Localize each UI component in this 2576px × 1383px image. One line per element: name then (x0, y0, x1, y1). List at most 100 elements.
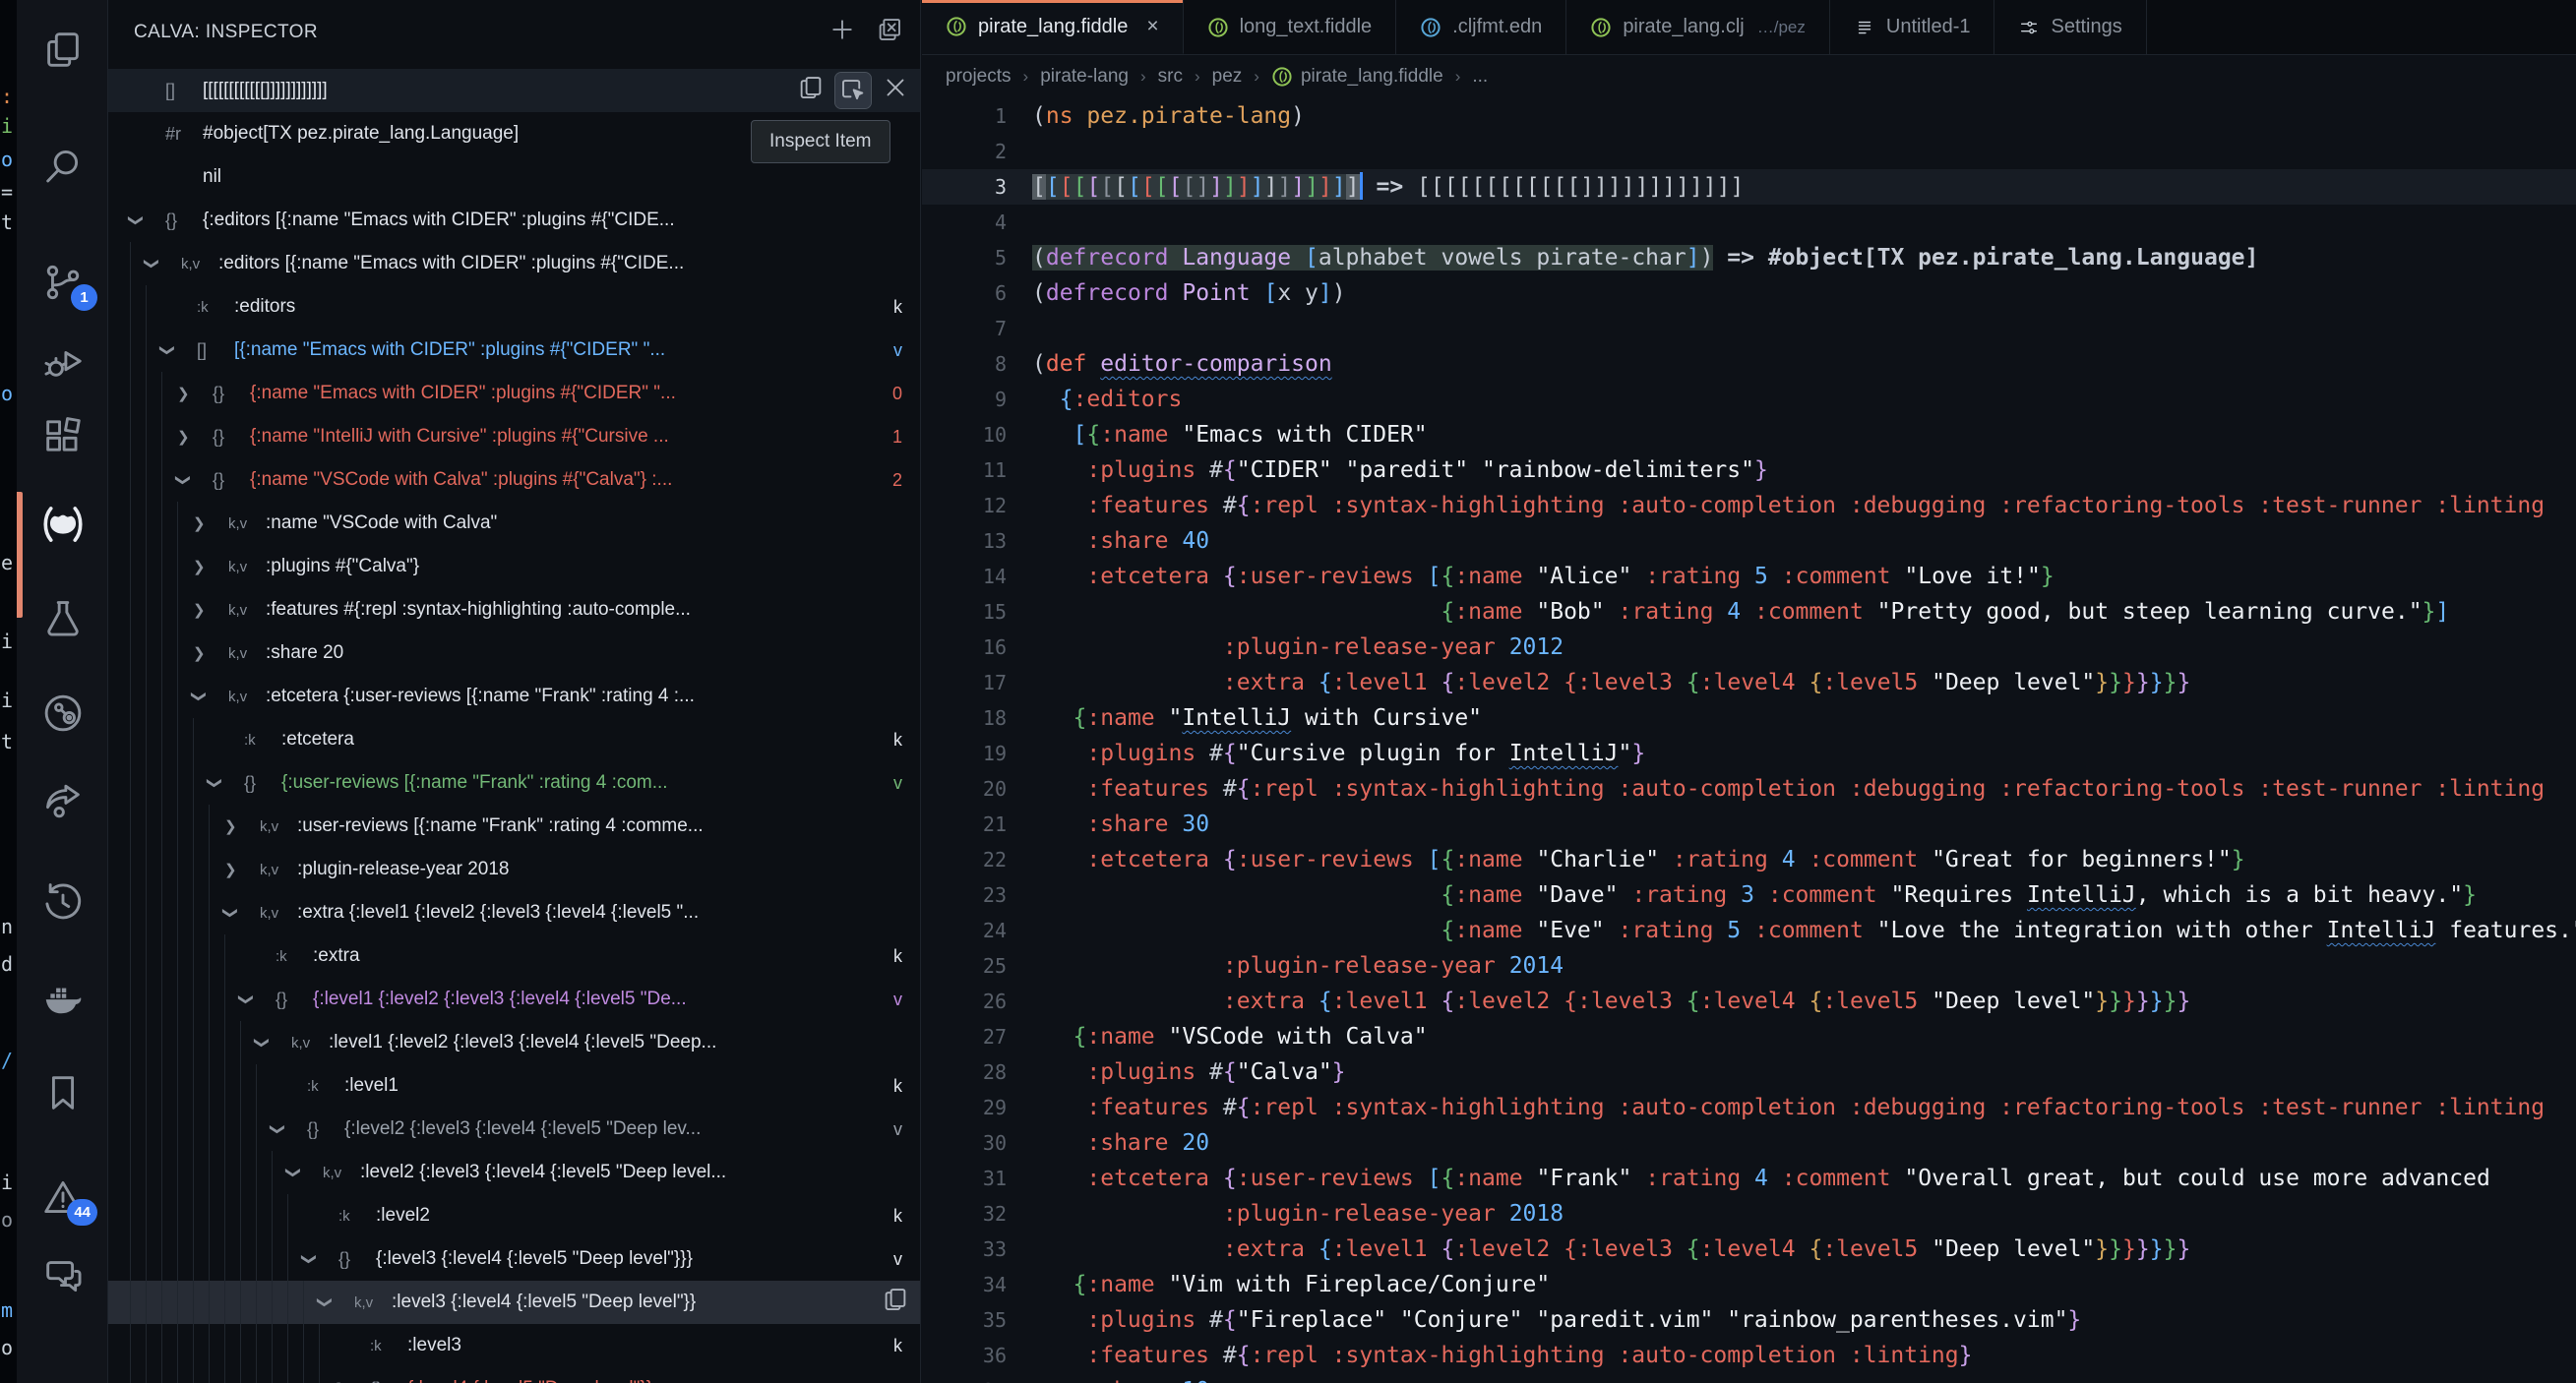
indent-guide (209, 1021, 224, 1064)
inspector-row[interactable]: ❯{} {:name "VSCode with Calva" :plugins #… (108, 458, 920, 502)
inspector-row[interactable]: [] [[[[[[[[[[[[]]]]]]]]]]]] (108, 69, 920, 112)
row-value-text: :level3 (407, 1335, 461, 1355)
inspector-row[interactable]: ❯ k,v:level2 {:level3 {:level4 {:level5 "… (108, 1151, 920, 1194)
tab-long-text-fiddle[interactable]: long_text.fiddle (1183, 0, 1397, 54)
inspector-row[interactable]: ❯ k,v:level1 {:level2 {:level3 {:level4 {… (108, 1021, 920, 1064)
inspector-row[interactable]: ❯{} {:name "Emacs with CIDER" :plugins #{… (108, 372, 920, 415)
inspector-row[interactable]: :k:level2 k (108, 1194, 920, 1237)
breadcrumb-item[interactable]: projects (946, 66, 1012, 88)
activity-item-source-control[interactable]: 1 (40, 260, 97, 311)
indent-guide (193, 891, 209, 934)
inspector-row[interactable]: ❯[] [{:name "Emacs with CIDER" :plugins #… (108, 329, 920, 372)
chevron-right-icon[interactable]: ❯ (177, 385, 213, 402)
background-text-fragment: n (1, 915, 14, 938)
chevron-down-icon[interactable]: ❯ (284, 1164, 323, 1181)
inspector-row[interactable]: ❯ k,v:user-reviews [{:name "Frank" :ratin… (108, 805, 920, 848)
activity-item-problems[interactable]: 44 (40, 1174, 97, 1226)
chevron-down-icon[interactable]: ❯ (127, 211, 165, 229)
inspect-item-icon[interactable] (834, 72, 872, 109)
inspector-row[interactable]: ❯ k,v:features #{:repl :syntax-highlighti… (108, 588, 920, 631)
close-tab-icon[interactable]: × (1146, 15, 1158, 38)
breadcrumb-item[interactable]: pirate_lang.fiddle (1271, 66, 1443, 88)
indent-guide (224, 1151, 240, 1194)
type-badge: :k (197, 298, 209, 316)
activity-item-timeline[interactable] (40, 879, 86, 925)
breadcrumb-item[interactable]: src (1158, 66, 1183, 88)
inspector-row[interactable]: ❯{} {:name "IntelliJ with Cursive" :plugi… (108, 415, 920, 458)
indent-guide (224, 1367, 240, 1383)
tab-settings[interactable]: Settings (1994, 0, 2147, 54)
tab-pirate-lang-fiddle[interactable]: pirate_lang.fiddle × (922, 0, 1184, 54)
inspector-row[interactable]: ❯{} {:level1 {:level2 {:level3 {:level4 {… (108, 978, 920, 1021)
activity-item-docker[interactable] (40, 974, 86, 1019)
activity-item-testing[interactable] (40, 596, 86, 641)
activity-item-circleci[interactable] (40, 691, 86, 736)
inspector-row[interactable]: :k:editors k (108, 285, 920, 329)
chevron-down-icon[interactable]: ❯ (174, 471, 213, 489)
chevron-right-icon[interactable]: ❯ (177, 428, 213, 446)
tab-path-suffix: …/pez (1756, 17, 1806, 36)
inspector-row[interactable]: ❯{}{:level4 {:level5 "Deep level"}} (108, 1367, 920, 1383)
inspector-row[interactable]: ❯ k,v:plugins #{"Calva"} (108, 545, 920, 588)
clear-all-icon[interactable] (875, 15, 904, 50)
indent-guide (240, 1324, 256, 1367)
chevron-down-icon[interactable]: ❯ (221, 904, 260, 922)
inspector-row[interactable]: ❯{} {:level3 {:level4 {:level5 "Deep leve… (108, 1237, 920, 1281)
copy-item-icon[interactable] (881, 1285, 910, 1320)
inspector-row[interactable]: :k:etcetera k (108, 718, 920, 761)
inspector-row[interactable]: :k:extra k (108, 934, 920, 978)
activity-item-explorer[interactable] (40, 28, 86, 73)
inspector-row[interactable]: ❯ k,v:share 20 (108, 631, 920, 675)
inspector-row[interactable]: ❯{} {:level2 {:level3 {:level4 {:level5 "… (108, 1108, 920, 1151)
chevron-right-icon[interactable]: ❯ (193, 601, 228, 619)
tab-label: .cljfmt.edn (1452, 16, 1543, 37)
inspector-row[interactable]: ❯ k,v:extra {:level1 {:level2 {:level3 {:… (108, 891, 920, 934)
indent-guide (177, 934, 193, 978)
activity-item-search[interactable] (40, 144, 86, 189)
inspector-row[interactable]: ❯ k,v:etcetera {:user-reviews [{:name "Fr… (108, 675, 920, 718)
chevron-right-icon[interactable]: ❯ (224, 861, 260, 878)
breadcrumb-item[interactable]: pirate-lang (1040, 66, 1129, 88)
inspector-row[interactable]: :k:level1 k (108, 1064, 920, 1108)
activity-item-live-share[interactable] (40, 777, 86, 822)
activity-item-comments[interactable] (40, 1253, 86, 1298)
activity-item-calva[interactable] (40, 502, 86, 547)
close-item-icon[interactable] (881, 73, 910, 108)
chevron-down-icon[interactable]: ❯ (206, 774, 244, 792)
inspector-row[interactable]: ❯ k,v:editors [{:name "Emacs with CIDER" … (108, 242, 920, 285)
chevron-down-icon[interactable]: ❯ (300, 1250, 338, 1268)
indent-guide (256, 1151, 272, 1194)
inspector-row[interactable]: ❯{} {:user-reviews [{:name "Frank" :ratin… (108, 761, 920, 805)
inspector-row[interactable]: ❯{} {:editors [{:name "Emacs with CIDER" … (108, 199, 920, 242)
chevron-down-icon[interactable]: ❯ (316, 1293, 354, 1311)
row-value-text: {:level2 {:level3 {:level4 {:level5 "Dee… (344, 1118, 702, 1139)
tab-untitled-1[interactable]: Untitled-1 (1829, 0, 1995, 54)
chevron-right-icon[interactable]: ❯ (193, 644, 228, 662)
tab-pirate-lang-clj[interactable]: pirate_lang.clj …/pez (1566, 0, 1830, 54)
activity-item-bookmarks[interactable] (40, 1070, 86, 1115)
indent-guide (209, 934, 224, 978)
chevron-down-icon[interactable]: ❯ (158, 341, 197, 359)
code-editor[interactable]: 1 (ns pez.pirate-lang) 2 3[[[[[[[[[[[[]]]]]… (922, 98, 2576, 1383)
chevron-right-icon[interactable]: ❯ (193, 514, 228, 532)
add-item-icon[interactable] (828, 15, 857, 50)
activity-item-run-and-debug[interactable] (40, 340, 86, 386)
inspector-row[interactable]: :k:level3 k (108, 1324, 920, 1367)
chevron-down-icon[interactable]: ❯ (190, 688, 228, 705)
chevron-down-icon[interactable]: ❯ (143, 255, 181, 272)
chevron-down-icon[interactable]: ❯ (237, 991, 276, 1008)
breadcrumb-item[interactable]: pez (1212, 66, 1243, 88)
tab--cljfmt-edn[interactable]: .cljfmt.edn (1396, 0, 1567, 54)
copy-item-icon[interactable] (796, 73, 826, 108)
chevron-right-icon[interactable]: ❯ (193, 558, 228, 575)
chevron-right-icon[interactable]: ❯ (224, 817, 260, 835)
breadcrumb-item[interactable]: ... (1472, 66, 1488, 88)
chevron-down-icon[interactable]: ❯ (269, 1120, 307, 1138)
inspector-row[interactable]: ❯ k,v:name "VSCode with Calva" (108, 502, 920, 545)
inspector-row[interactable]: ❯ k,v:level3 {:level4 {:level5 "Deep leve… (108, 1281, 920, 1324)
background-text-fragment: o (1, 1336, 14, 1359)
chevron-down-icon[interactable]: ❯ (253, 1034, 291, 1052)
activity-item-extensions[interactable] (40, 413, 86, 458)
inspector-row[interactable]: ❯ k,v:plugin-release-year 2018 (108, 848, 920, 891)
code-line-text: {:name "Bob" :rating 4 :comment "Pretty … (1441, 599, 2450, 625)
